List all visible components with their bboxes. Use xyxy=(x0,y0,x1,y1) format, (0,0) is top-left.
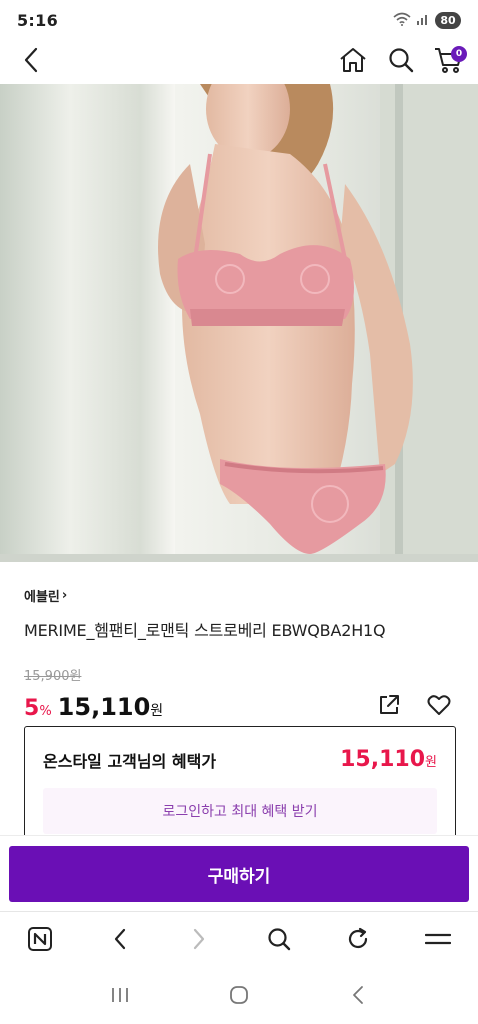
recent-apps-icon xyxy=(110,986,130,1008)
original-price: 15,900원 xyxy=(24,669,82,684)
signal-icon xyxy=(416,11,430,30)
product-image[interactable] xyxy=(0,84,478,562)
buy-button[interactable]: 구매하기 xyxy=(9,846,469,902)
discount-rate: 5% xyxy=(24,696,52,721)
buy-bar: 구매하기 xyxy=(0,835,478,911)
refresh-icon xyxy=(346,927,370,955)
menu-icon xyxy=(424,929,452,953)
browser-back-icon xyxy=(112,927,128,955)
browser-forward-icon xyxy=(191,927,207,955)
heart-icon xyxy=(427,694,451,720)
naver-home-button[interactable] xyxy=(20,921,60,961)
benefit-title: 온스타일 고객님의 혜택가 xyxy=(43,751,217,771)
browser-forward-button[interactable] xyxy=(179,921,219,961)
recent-apps-button[interactable] xyxy=(103,980,137,1014)
wishlist-button[interactable] xyxy=(422,690,456,724)
product-name: MERIME_헴팬티_로맨틱 스트로베리 EBWQBA2H1Q xyxy=(24,621,386,640)
browser-search-icon xyxy=(267,927,291,955)
search-icon xyxy=(388,47,414,77)
price-row: 5% 15,110원 xyxy=(24,690,454,724)
wifi-icon xyxy=(393,11,411,30)
home-icon xyxy=(339,47,367,77)
sale-price-number: 15,110 xyxy=(57,693,151,721)
status-icons: 80 xyxy=(393,11,461,30)
home-circle-icon xyxy=(228,984,250,1010)
system-back-button[interactable] xyxy=(341,980,375,1014)
search-button[interactable] xyxy=(384,45,418,79)
browser-toolbar xyxy=(0,911,478,969)
system-back-icon xyxy=(351,985,365,1009)
chevron-right-icon: › xyxy=(61,588,68,603)
benefit-price-number: 15,110 xyxy=(340,747,426,772)
share-button[interactable] xyxy=(372,690,406,724)
price-group: 5% 15,110원 xyxy=(24,693,163,721)
cart-button[interactable]: 0 xyxy=(432,45,467,79)
naver-home-icon xyxy=(27,926,53,956)
discount-unit: % xyxy=(39,704,52,719)
status-bar: 5:16 80 xyxy=(0,0,478,40)
sale-price-unit: 원 xyxy=(150,703,164,719)
browser-back-button[interactable] xyxy=(100,921,140,961)
home-button[interactable] xyxy=(336,45,370,79)
benefit-price: 15,110원 xyxy=(340,747,437,772)
menu-button[interactable] xyxy=(418,921,458,961)
brand-link[interactable]: 에블린 › xyxy=(24,586,454,605)
discount-number: 5 xyxy=(24,696,40,721)
battery-indicator: 80 xyxy=(435,11,461,29)
refresh-button[interactable] xyxy=(338,921,378,961)
status-time: 5:16 xyxy=(17,10,58,30)
top-nav: 0 xyxy=(0,40,478,84)
benefit-price-unit: 원 xyxy=(425,755,437,770)
back-button[interactable] xyxy=(14,45,48,79)
cart-count-badge: 0 xyxy=(451,46,467,62)
browser-search-button[interactable] xyxy=(259,921,299,961)
share-icon xyxy=(378,694,400,720)
benefit-header: 온스타일 고객님의 혜택가 15,110원 xyxy=(43,747,437,772)
price-actions xyxy=(372,690,456,724)
brand-name: 에블린 xyxy=(24,590,60,605)
top-nav-actions: 0 xyxy=(336,45,467,79)
login-benefit-button[interactable]: 로그인하고 최대 혜택 받기 xyxy=(43,788,437,834)
product-info: 에블린 › MERIME_헴팬티_로맨틱 스트로베리 EBWQBA2H1Q 15… xyxy=(0,562,478,724)
home-system-button[interactable] xyxy=(222,980,256,1014)
sale-price: 15,110원 xyxy=(58,693,164,721)
back-icon xyxy=(23,47,39,77)
system-nav-bar xyxy=(0,969,478,1024)
